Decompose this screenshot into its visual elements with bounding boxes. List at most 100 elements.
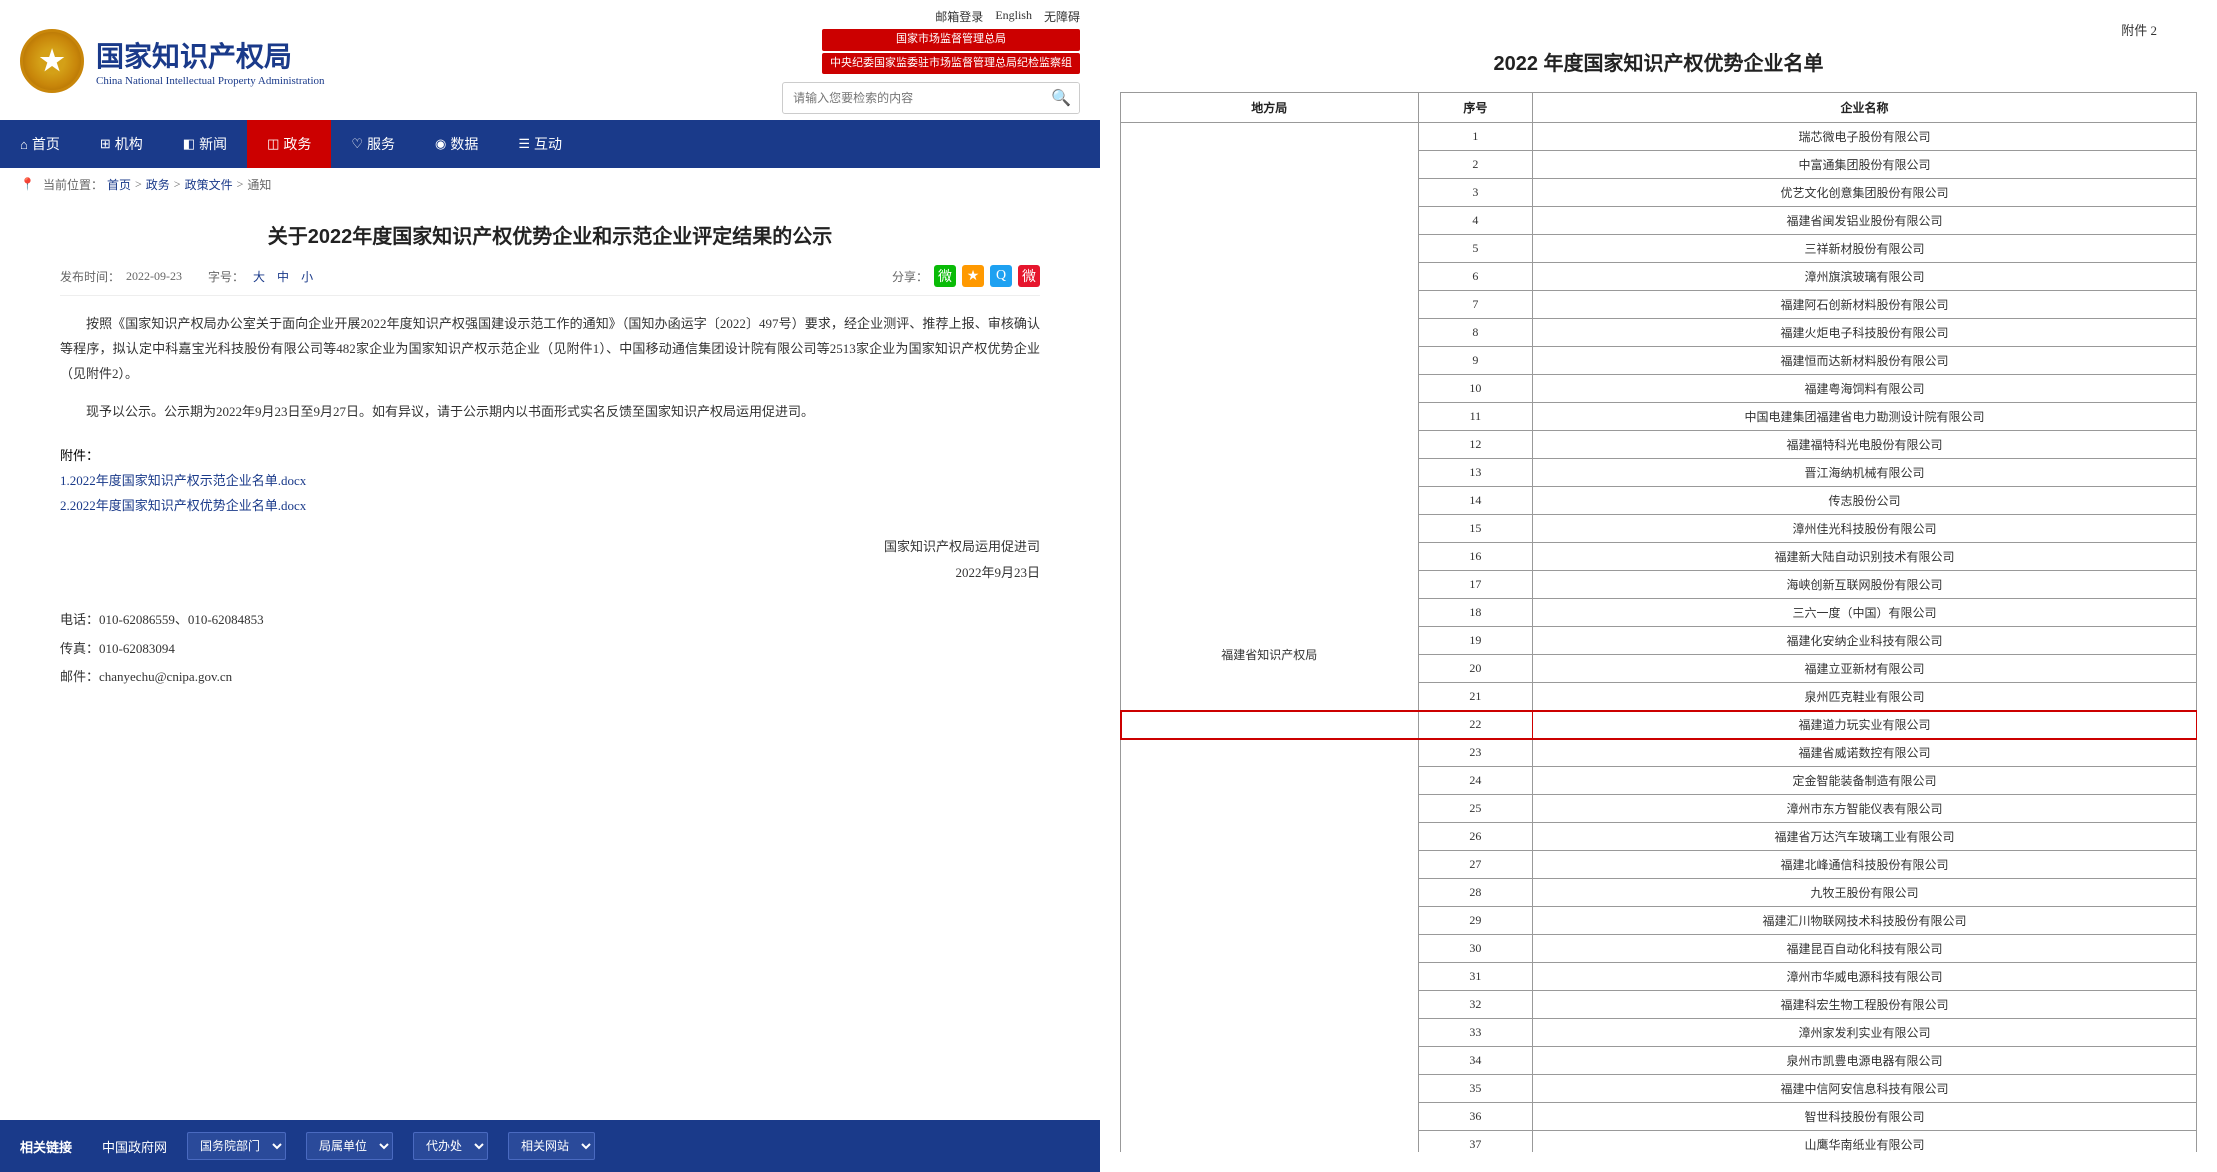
company-name: 福建省威诺数控有限公司 <box>1533 739 2197 767</box>
contact-email: 邮件：chanyechu@cnipa.gov.cn <box>60 663 1040 692</box>
row-number: 4 <box>1418 207 1532 235</box>
article-meta: 发布时间： 2022-09-23 字号： 大 中 小 分享： 微 ★ Q 微 <box>60 265 1040 296</box>
font-size-small[interactable]: 小 <box>301 268 313 285</box>
nav-interact[interactable]: ☰ 互动 <box>498 120 582 168</box>
row-number: 27 <box>1418 851 1532 879</box>
row-number: 17 <box>1418 571 1532 599</box>
company-name: 福建火炬电子科技股份有限公司 <box>1533 319 2197 347</box>
emblem-star: ★ <box>39 44 64 78</box>
nav-home[interactable]: ⌂ 首页 <box>0 120 80 168</box>
footer-bureau-unit-select[interactable]: 局属单位 <box>306 1132 393 1160</box>
breadcrumb-gov[interactable]: 政务 <box>146 176 170 193</box>
header-right: 邮箱登录 English 无障碍 国家市场监督管理总局 中央纪委国家监委驻市场监… <box>782 8 1080 114</box>
company-name: 福建化安纳企业科技有限公司 <box>1533 627 2197 655</box>
attachments-label: 附件： <box>60 448 99 463</box>
attachment-section: 附件： 1.2022年度国家知识产权示范企业名单.docx 2.2022年度国家… <box>60 445 1040 514</box>
mailbox-link[interactable]: 邮箱登录 <box>935 8 983 25</box>
row-number: 36 <box>1418 1103 1532 1131</box>
interact-icon: ☰ <box>518 136 530 152</box>
breadcrumb-label: 当前位置： <box>43 176 103 193</box>
table-row: 福建省知识产权局1瑞芯微电子股份有限公司 <box>1121 123 2197 151</box>
attachment-2[interactable]: 2.2022年度国家知识产权优势企业名单.docx <box>60 495 1040 514</box>
company-name: 三六一度（中国）有限公司 <box>1533 599 2197 627</box>
col-region: 地方局 <box>1121 93 1419 123</box>
body-paragraph-1: 按照《国家知识产权局办公室关于面向企业开展2022年度知识产权强国建设示范工作的… <box>60 312 1040 386</box>
search-bar: 🔍 <box>782 82 1080 114</box>
row-number: 32 <box>1418 991 1532 1019</box>
news-icon: ◧ <box>183 136 195 152</box>
company-name: 中富通集团股份有限公司 <box>1533 151 2197 179</box>
nav-gov-label: 政务 <box>283 134 311 154</box>
nav-service[interactable]: ♡ 服务 <box>331 120 415 168</box>
row-number: 33 <box>1418 1019 1532 1047</box>
company-name: 泉州市凯豊电源电器有限公司 <box>1533 1047 2197 1075</box>
nav-org[interactable]: ⊞ 机构 <box>80 120 163 168</box>
attachment-1[interactable]: 1.2022年度国家知识产权示范企业名单.docx <box>60 470 1040 489</box>
logo-emblem: ★ <box>20 29 84 93</box>
company-name: 山鹰华南纸业有限公司 <box>1533 1131 2197 1153</box>
row-number: 24 <box>1418 767 1532 795</box>
english-link[interactable]: English <box>995 8 1032 25</box>
row-number: 5 <box>1418 235 1532 263</box>
row-number: 8 <box>1418 319 1532 347</box>
row-number: 25 <box>1418 795 1532 823</box>
contact-section: 电话：010-62086559、010-62084853 传真：010-6208… <box>60 606 1040 692</box>
company-name: 漳州佳光科技股份有限公司 <box>1533 515 2197 543</box>
article-content: 关于2022年度国家知识产权优势企业和示范企业评定结果的公示 发布时间： 202… <box>0 201 1100 1120</box>
table-wrapper: 地方局 序号 企业名称 福建省知识产权局1瑞芯微电子股份有限公司2中富通集团股份… <box>1120 92 2197 1152</box>
main-nav: ⌂ 首页 ⊞ 机构 ◧ 新闻 ◫ 政务 ♡ 服务 ◉ 数据 ☰ 互动 <box>0 120 1100 168</box>
contact-fax: 传真：010-62083094 <box>60 635 1040 664</box>
company-name: 福建立亚新材有限公司 <box>1533 655 2197 683</box>
footer-gov-link[interactable]: 中国政府网 <box>102 1137 167 1156</box>
data-icon: ◉ <box>435 136 446 152</box>
share-favorite[interactable]: ★ <box>962 265 984 287</box>
company-name: 传志股份公司 <box>1533 487 2197 515</box>
footer-state-council-select[interactable]: 国务院部门 <box>187 1132 286 1160</box>
article-title: 关于2022年度国家知识产权优势企业和示范企业评定结果的公示 <box>60 221 1040 253</box>
share-weibo[interactable]: 微 <box>1018 265 1040 287</box>
footer-related-select[interactable]: 相关网站 <box>508 1132 595 1160</box>
company-name: 福建道力玩实业有限公司 <box>1533 711 2197 739</box>
font-size-large[interactable]: 大 <box>253 268 265 285</box>
org-icon: ⊞ <box>100 136 111 152</box>
row-number: 15 <box>1418 515 1532 543</box>
nav-data[interactable]: ◉ 数据 <box>415 120 498 168</box>
annex-title: 2022 年度国家知识产权优势企业名单 <box>1120 47 2197 76</box>
partner-link-2[interactable]: 中央纪委国家监委驻市场监督管理总局纪检监察组 <box>822 53 1080 75</box>
col-no: 序号 <box>1418 93 1532 123</box>
row-number: 1 <box>1418 123 1532 151</box>
row-number: 37 <box>1418 1131 1532 1153</box>
nav-gov[interactable]: ◫ 政务 <box>247 120 331 168</box>
footer-agency-select[interactable]: 代办处 <box>413 1132 488 1160</box>
row-number: 28 <box>1418 879 1532 907</box>
share-wechat[interactable]: 微 <box>934 265 956 287</box>
accessible-link[interactable]: 无障碍 <box>1044 8 1080 25</box>
logo-area: ★ 国家知识产权局 China National Intellectual Pr… <box>20 29 325 93</box>
row-number: 19 <box>1418 627 1532 655</box>
footer-related: 相关网站 <box>508 1132 595 1160</box>
share-icons: 分享： 微 ★ Q 微 <box>892 265 1040 287</box>
meta-left: 发布时间： 2022-09-23 字号： 大 中 小 <box>60 268 316 285</box>
issuer: 国家知识产权局运用促进司 <box>60 534 1040 560</box>
font-label: 字号： <box>208 268 244 285</box>
search-button[interactable]: 🔍 <box>1043 83 1079 113</box>
share-qq[interactable]: Q <box>990 265 1012 287</box>
share-label: 分享： <box>892 268 928 285</box>
company-name: 福建中信阿安信息科技有限公司 <box>1533 1075 2197 1103</box>
row-number: 7 <box>1418 291 1532 319</box>
row-number: 13 <box>1418 459 1532 487</box>
breadcrumb-policy[interactable]: 政策文件 <box>185 176 233 193</box>
company-name: 福建粤海饲料有限公司 <box>1533 375 2197 403</box>
company-name: 三祥新材股份有限公司 <box>1533 235 2197 263</box>
company-name: 福建新大陆自动识别技术有限公司 <box>1533 543 2197 571</box>
partner-link-1[interactable]: 国家市场监督管理总局 <box>822 29 1080 51</box>
company-name: 福建恒而达新材料股份有限公司 <box>1533 347 2197 375</box>
nav-news[interactable]: ◧ 新闻 <box>163 120 247 168</box>
search-input[interactable] <box>783 86 1043 110</box>
company-name: 福建阿石创新材料股份有限公司 <box>1533 291 2197 319</box>
article-footer: 国家知识产权局运用促进司 2022年9月23日 <box>60 534 1040 586</box>
header-links: 邮箱登录 English 无障碍 <box>935 8 1080 25</box>
row-number: 35 <box>1418 1075 1532 1103</box>
breadcrumb-home[interactable]: 首页 <box>107 176 131 193</box>
font-size-medium[interactable]: 中 <box>277 268 289 285</box>
